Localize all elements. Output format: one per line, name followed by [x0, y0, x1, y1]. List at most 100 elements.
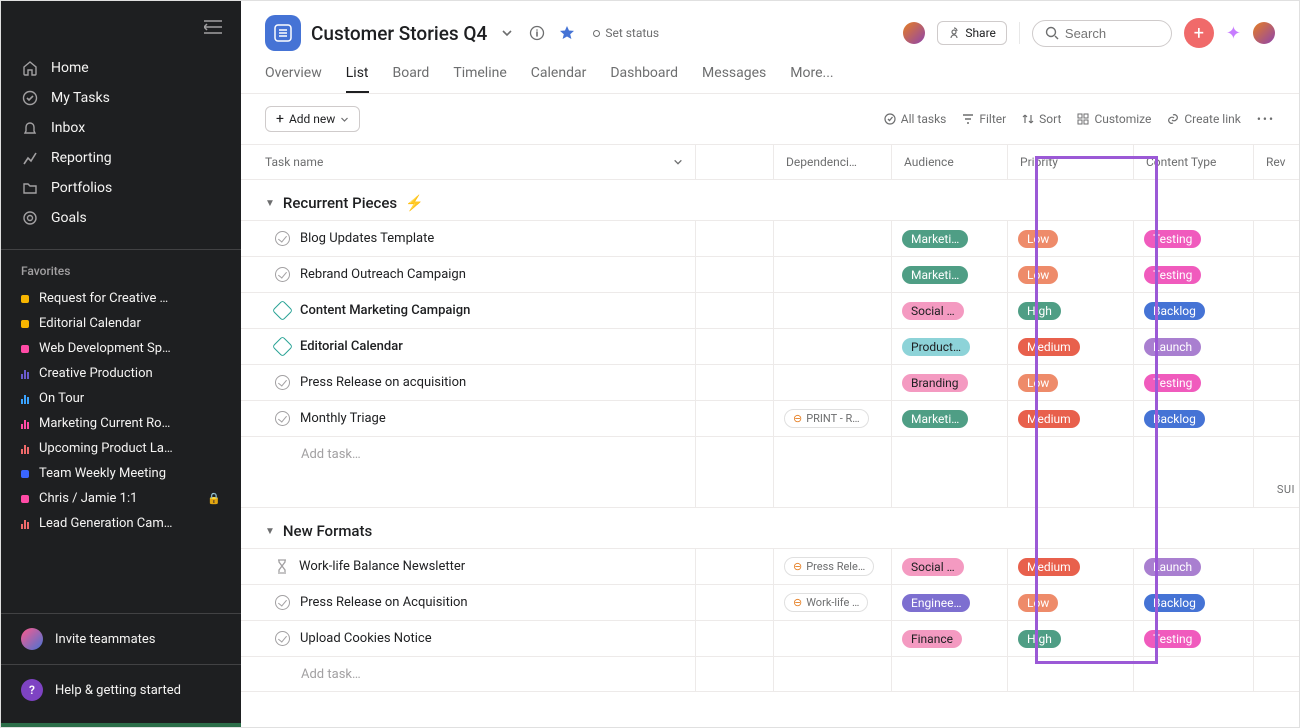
set-status[interactable]: Set status [593, 26, 659, 40]
tag-pill[interactable]: Medium [1018, 410, 1080, 428]
tab-dashboard[interactable]: Dashboard [610, 61, 678, 93]
task-name[interactable]: Press Release on Acquisition [300, 595, 468, 610]
complete-task-icon[interactable] [275, 375, 290, 390]
task-row[interactable]: Content Marketing Campaign Social … High… [241, 292, 1299, 328]
col-priority[interactable]: Priority [1008, 145, 1134, 179]
favorite-item[interactable]: Request for Creative … [1, 286, 241, 311]
complete-task-icon[interactable] [275, 231, 290, 246]
tag-pill[interactable]: Finance [902, 630, 962, 648]
favorite-item[interactable]: On Tour [1, 386, 241, 411]
tag-pill[interactable]: Enginee… [902, 594, 970, 612]
col-audience[interactable]: Audience [892, 145, 1008, 179]
complete-task-icon[interactable] [275, 595, 290, 610]
favorite-item[interactable]: Editorial Calendar [1, 311, 241, 336]
add-task-row[interactable]: Add task… [241, 436, 1299, 472]
collapse-section-icon[interactable]: ▼ [265, 198, 275, 209]
tag-pill[interactable]: Low [1018, 374, 1058, 392]
tag-pill[interactable]: Product… [902, 338, 970, 356]
tab-list[interactable]: List [346, 61, 369, 93]
favorite-item[interactable]: Lead Generation Cam… [1, 511, 241, 536]
tag-pill[interactable]: Medium [1018, 338, 1080, 356]
task-row[interactable]: Monthly Triage ⊖PRINT - R… Marketi… Medi… [241, 400, 1299, 436]
section-header[interactable]: ▼Recurrent Pieces⚡ [241, 180, 1299, 220]
tag-pill[interactable]: Launch [1144, 558, 1201, 576]
tab-more[interactable]: More... [790, 61, 833, 93]
nav-reporting[interactable]: Reporting [1, 143, 241, 173]
tag-pill[interactable]: Marketi… [902, 266, 968, 284]
tab-board[interactable]: Board [393, 61, 430, 93]
tab-overview[interactable]: Overview [265, 61, 322, 93]
member-avatar[interactable] [903, 22, 925, 44]
sort-button[interactable]: Sort [1022, 112, 1061, 126]
task-name[interactable]: Upload Cookies Notice [300, 631, 432, 646]
chevron-down-icon[interactable] [497, 23, 517, 43]
filter-button[interactable]: Filter [962, 112, 1006, 126]
col-task-name[interactable]: Task name [241, 145, 696, 179]
favorite-item[interactable]: Web Development Sp… [1, 336, 241, 361]
task-row[interactable]: Press Release on acquisition Branding Lo… [241, 364, 1299, 400]
tag-pill[interactable]: Launch [1144, 338, 1201, 356]
nav-goals[interactable]: Goals [1, 203, 241, 233]
task-name[interactable]: Monthly Triage [300, 411, 386, 426]
tag-pill[interactable]: Medium [1018, 558, 1080, 576]
add-task-row[interactable]: Add task… [241, 656, 1299, 692]
help-getting-started[interactable]: ? Help & getting started [1, 673, 241, 707]
complete-task-icon[interactable] [275, 631, 290, 646]
tab-messages[interactable]: Messages [702, 61, 766, 93]
search-input-wrap[interactable] [1032, 20, 1172, 47]
project-title[interactable]: Customer Stories Q4 [311, 22, 487, 45]
milestone-icon[interactable] [272, 300, 293, 321]
nav-portfolios[interactable]: Portfolios [1, 173, 241, 203]
favorite-item[interactable]: Team Weekly Meeting [1, 461, 241, 486]
tag-pill[interactable]: Backlog [1144, 302, 1205, 320]
quick-add-button[interactable]: + [1184, 18, 1214, 48]
complete-task-icon[interactable] [275, 411, 290, 426]
complete-task-icon[interactable] [275, 267, 290, 282]
tag-pill[interactable]: Testing [1144, 230, 1201, 248]
task-row[interactable]: Blog Updates Template Marketi… Low Testi… [241, 220, 1299, 256]
favorite-item[interactable]: Creative Production [1, 361, 241, 386]
tag-pill[interactable]: Social … [902, 558, 964, 576]
collapse-sidebar-icon[interactable] [201, 15, 225, 39]
nav-home[interactable]: Home [1, 53, 241, 83]
tag-pill[interactable]: Backlog [1144, 594, 1205, 612]
invite-teammates[interactable]: Invite teammates [1, 622, 241, 656]
tag-pill[interactable]: Low [1018, 266, 1058, 284]
more-actions-button[interactable]: ••• [1257, 112, 1275, 126]
add-new-button[interactable]: +Add new [265, 106, 360, 132]
tag-pill[interactable]: Low [1018, 230, 1058, 248]
tag-pill[interactable]: Social … [902, 302, 964, 320]
tag-pill[interactable]: Testing [1144, 374, 1201, 392]
task-row[interactable]: Upload Cookies Notice Finance High Testi… [241, 620, 1299, 656]
tag-pill[interactable]: Low [1018, 594, 1058, 612]
dependency-chip[interactable]: ⊖Work-life … [784, 593, 868, 612]
tag-pill[interactable]: High [1018, 630, 1061, 648]
tag-pill[interactable]: Branding [902, 374, 968, 392]
section-header[interactable]: ▼New Formats [241, 508, 1299, 548]
task-row[interactable]: Work-life Balance Newsletter ⊖Press Rele… [241, 548, 1299, 584]
celebration姫-icon[interactable]: ✦ [1226, 23, 1241, 44]
collapse-section-icon[interactable]: ▼ [265, 526, 275, 537]
tab-timeline[interactable]: Timeline [453, 61, 506, 93]
task-row[interactable]: Press Release on Acquisition ⊖Work-life … [241, 584, 1299, 620]
dependency-chip[interactable]: ⊖Press Rele… [784, 557, 874, 576]
tag-pill[interactable]: Marketi… [902, 410, 968, 428]
tag-pill[interactable]: Backlog [1144, 410, 1205, 428]
star-icon[interactable] [557, 23, 577, 43]
task-name[interactable]: Editorial Calendar [300, 339, 403, 354]
col-reviewer[interactable]: Rev [1254, 145, 1299, 179]
tag-pill[interactable]: Marketi… [902, 230, 968, 248]
favorite-item[interactable]: Chris / Jamie 1:1🔒 [1, 486, 241, 511]
favorite-item[interactable]: Marketing Current Ro… [1, 411, 241, 436]
tag-pill[interactable]: Testing [1144, 630, 1201, 648]
tag-pill[interactable]: Testing [1144, 266, 1201, 284]
dependency-chip[interactable]: ⊖PRINT - R… [784, 409, 869, 428]
col-dependencies[interactable]: Dependenci… [774, 145, 892, 179]
project-icon[interactable] [265, 15, 301, 51]
milestone-icon[interactable] [272, 336, 293, 357]
tab-calendar[interactable]: Calendar [531, 61, 587, 93]
nav-inbox[interactable]: Inbox [1, 113, 241, 143]
info-icon[interactable] [527, 23, 547, 43]
share-button[interactable]: Share [937, 21, 1007, 45]
chevron-down-icon[interactable] [673, 157, 683, 167]
